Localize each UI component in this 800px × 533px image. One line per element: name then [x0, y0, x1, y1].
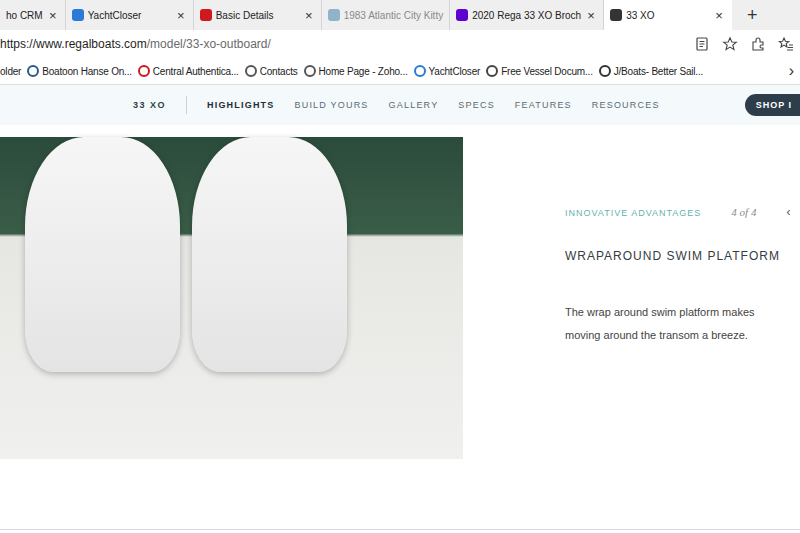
- bookmark-list: older Boatoon Hanse On... Central Authenti…: [0, 65, 703, 77]
- favicon-icon: [200, 9, 212, 21]
- bookmark[interactable]: Free Vessel Docum...: [486, 65, 593, 77]
- close-icon[interactable]: ×: [585, 8, 597, 23]
- extensions-icon[interactable]: [750, 36, 766, 52]
- tab-label: 1983 Atlantic City Kitty: [344, 10, 444, 21]
- bookmark[interactable]: YachtCloser: [414, 65, 481, 77]
- bookmark[interactable]: Central Authentica...: [138, 65, 239, 77]
- browser-tab[interactable]: Basic Details ×: [194, 0, 322, 30]
- close-icon[interactable]: ×: [47, 8, 59, 23]
- more-bookmarks-button[interactable]: ›: [785, 62, 794, 80]
- browser-window: ho CRM × YachtCloser × Basic Details × 1983 At…: [0, 0, 800, 533]
- outboard-motor: [25, 137, 180, 372]
- favorites-icon[interactable]: [778, 36, 794, 52]
- bookmark[interactable]: J/Boats- Better Sail...: [599, 65, 703, 77]
- bookmark-label: Free Vessel Docum...: [501, 66, 593, 77]
- section-divider: [0, 529, 800, 530]
- tab-label: 2020 Rega 33 XO Broch: [472, 10, 581, 21]
- close-icon[interactable]: ×: [713, 8, 725, 23]
- browser-tab[interactable]: YachtCloser ×: [66, 0, 194, 30]
- nav-item[interactable]: SPECS: [458, 100, 495, 110]
- feature-description: The wrap around swim platform makes movi…: [565, 301, 787, 347]
- tab-bar: ho CRM × YachtCloser × Basic Details × 1983 At…: [0, 0, 800, 30]
- browser-tab[interactable]: 2020 Rega 33 XO Broch ×: [450, 0, 604, 30]
- close-icon[interactable]: ×: [175, 8, 187, 23]
- star-icon[interactable]: [722, 36, 738, 52]
- nav-item[interactable]: RESOURCES: [592, 100, 660, 110]
- nav-item[interactable]: FEATURES: [515, 100, 572, 110]
- model-name[interactable]: 33 XO: [133, 100, 166, 110]
- tab-label: 33 XO: [626, 10, 709, 21]
- bookmark-label: Home Page - Zoho...: [319, 66, 408, 77]
- bookmark-label: Contacts: [260, 66, 298, 77]
- tab-label: Basic Details: [216, 10, 299, 21]
- feature-section: INNOVATIVE ADVANTAGES 4 of 4 ‹ WRAPAROUND S…: [0, 137, 800, 459]
- feature-info: INNOVATIVE ADVANTAGES 4 of 4 ‹ WRAPAROUND S…: [463, 137, 793, 459]
- bookmark-favicon-icon: [138, 65, 150, 77]
- previous-slide-button[interactable]: ‹: [786, 205, 793, 219]
- nav-item[interactable]: HIGHLIGHTS: [207, 100, 275, 110]
- address-toolbar: https://www.regalboats.com/model/33-xo-o…: [0, 30, 800, 58]
- address-bar[interactable]: https://www.regalboats.com/model/33-xo-o…: [0, 37, 271, 51]
- shop-button[interactable]: SHOP I: [745, 94, 800, 116]
- bookmark-favicon-icon: [599, 65, 611, 77]
- nav-item[interactable]: GALLERY: [389, 100, 439, 110]
- bookmark-label: Boatoon Hanse On...: [42, 66, 132, 77]
- bookmark-label: J/Boats- Better Sail...: [614, 66, 703, 77]
- url-host: https://www.regalboats.com: [0, 37, 147, 51]
- slide-counter: 4 of 4: [731, 206, 756, 218]
- browser-tab[interactable]: 1983 Atlantic City Kitty: [322, 0, 451, 30]
- feature-header: INNOVATIVE ADVANTAGES 4 of 4 ‹: [565, 205, 793, 219]
- favicon-icon: [328, 9, 340, 21]
- bookmark[interactable]: Boatoon Hanse On...: [27, 65, 132, 77]
- bookmark-label: older: [0, 66, 21, 77]
- bookmark-label: Central Authentica...: [153, 66, 239, 77]
- outboard-motor: [192, 137, 347, 372]
- bookmark-favicon-icon: [245, 65, 257, 77]
- bookmark-favicon-icon: [486, 65, 498, 77]
- favicon-icon: [72, 9, 84, 21]
- bookmark[interactable]: Home Page - Zoho...: [304, 65, 408, 77]
- tab-label: ho CRM: [6, 10, 43, 21]
- bookmark-favicon-icon: [414, 65, 426, 77]
- favicon-icon: [610, 9, 622, 21]
- tab-label: YachtCloser: [88, 10, 171, 21]
- nav-menu: HIGHLIGHTS BUILD YOURS GALLERY SPECS FEATURE…: [207, 100, 660, 110]
- nav-divider: [186, 96, 187, 114]
- bookmark-favicon-icon: [304, 65, 316, 77]
- url-path: /model/33-xo-outboard/: [147, 37, 271, 51]
- close-icon[interactable]: ×: [303, 8, 315, 23]
- feature-title: WRAPAROUND SWIM PLATFORM: [565, 249, 793, 263]
- bookmark[interactable]: older: [0, 66, 21, 77]
- browser-tab[interactable]: 33 XO ×: [604, 0, 732, 30]
- nav-item[interactable]: BUILD YOURS: [295, 100, 369, 110]
- reader-view-icon[interactable]: [694, 36, 710, 52]
- favicon-icon: [456, 9, 468, 21]
- new-tab-button[interactable]: +: [738, 0, 766, 30]
- bookmarks-bar: older Boatoon Hanse On... Central Authenti…: [0, 58, 800, 85]
- bookmark-label: YachtCloser: [429, 66, 481, 77]
- feature-eyebrow: INNOVATIVE ADVANTAGES: [565, 208, 701, 218]
- bookmark-favicon-icon: [27, 65, 39, 77]
- bookmark[interactable]: Contacts: [245, 65, 298, 77]
- feature-photo: [0, 137, 463, 459]
- site-nav: 33 XO HIGHLIGHTS BUILD YOURS GALLERY SPECS FE…: [0, 85, 800, 125]
- browser-tab[interactable]: ho CRM ×: [0, 0, 66, 30]
- toolbar-icons: [694, 36, 794, 52]
